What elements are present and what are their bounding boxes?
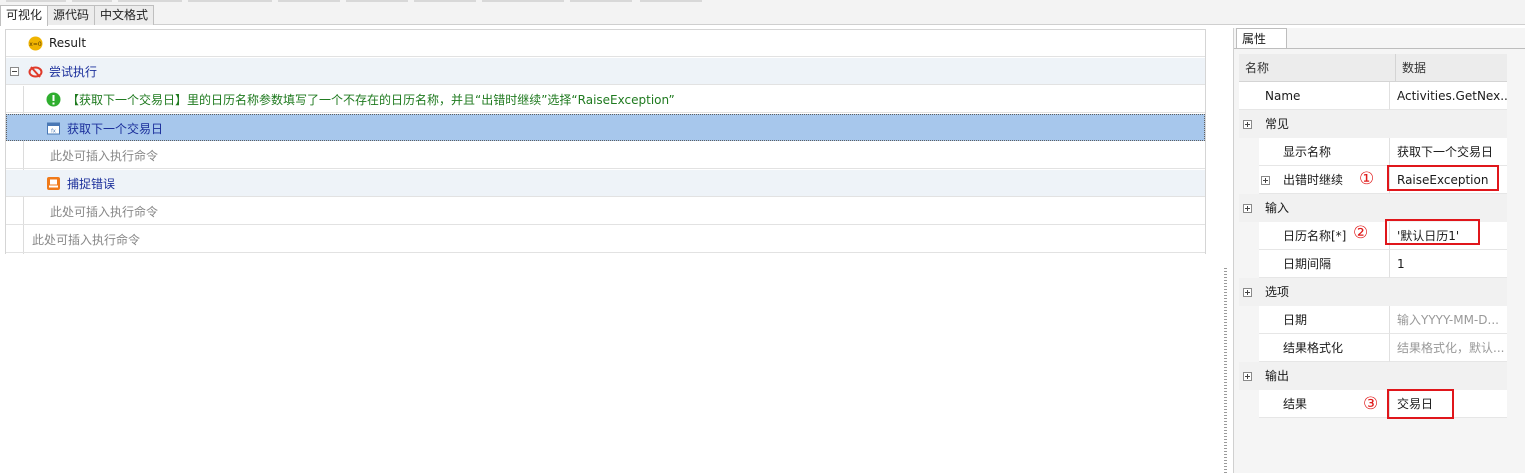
svg-text:fx: fx (51, 128, 56, 134)
toolbar-segment (72, 0, 112, 2)
property-row-result-format[interactable]: 结果格式化 结果格式化，默认... (1239, 334, 1507, 362)
collapse-toggle[interactable] (1243, 372, 1252, 381)
property-value[interactable]: 输入YYYY-MM-D... (1389, 306, 1507, 334)
collapse-toggle[interactable] (10, 67, 19, 76)
insert-placeholder-row[interactable]: 此处可插入执行命令 (6, 142, 1205, 169)
property-row-date[interactable]: 日期 输入YYYY-MM-D... (1239, 306, 1507, 334)
top-toolbar-strip (0, 0, 1525, 25)
annotation-marker-2: ② (1353, 223, 1369, 243)
try-block-row[interactable]: 尝试执行 (6, 58, 1205, 85)
warning-message: 【获取下一个交易日】里的日历名称参数填写了一个不存在的日历名称，并且“出错时继续… (67, 92, 675, 107)
toolbar-segment (640, 0, 702, 2)
catch-label: 捕捉错误 (67, 176, 116, 191)
property-key: 日期间隔 (1259, 250, 1389, 278)
variable-icon: x=0 (28, 36, 43, 50)
annotation-box-2 (1385, 219, 1480, 245)
tab-visual[interactable]: 可视化 (0, 5, 49, 26)
property-panel: 属性 名称 数据 Name Activities.GetNex... 常见 显示… (1233, 28, 1525, 473)
calendar-icon: fx (47, 122, 60, 134)
insert-placeholder: 此处可插入执行命令 (50, 204, 159, 219)
category-general[interactable]: 常见 (1239, 110, 1507, 138)
toolbar-segment (570, 0, 632, 2)
warning-row: 【获取下一个交易日】里的日历名称参数填写了一个不存在的日历名称，并且“出错时继续… (6, 86, 1205, 113)
property-value[interactable]: 结果格式化，默认... (1389, 334, 1507, 362)
property-key: 结果格式化 (1259, 334, 1389, 362)
property-key: 日期 (1259, 306, 1389, 334)
insert-placeholder-row[interactable]: 此处可插入执行命令 (6, 226, 1205, 253)
insert-placeholder: 此处可插入执行命令 (32, 232, 141, 247)
property-row-display-name[interactable]: 显示名称 获取下一个交易日 (1239, 138, 1507, 166)
property-row-name[interactable]: Name Activities.GetNex... (1239, 82, 1507, 110)
tab-source[interactable]: 源代码 (47, 5, 96, 25)
property-value[interactable]: Activities.GetNex... (1389, 82, 1507, 110)
category-output[interactable]: 输出 (1239, 362, 1507, 390)
toolbar-segment (118, 0, 182, 2)
property-key: 日历名称[*] (1259, 222, 1389, 250)
annotation-marker-1: ① (1359, 169, 1375, 189)
expand-toggle[interactable] (1261, 176, 1270, 185)
insert-placeholder-row[interactable]: 此处可插入执行命令 (6, 198, 1205, 225)
annotation-marker-3: ③ (1363, 394, 1379, 414)
property-key: 显示名称 (1259, 138, 1389, 166)
collapse-toggle[interactable] (1243, 120, 1252, 129)
annotation-box-1 (1387, 165, 1499, 191)
toolbar-segment (6, 0, 66, 2)
property-value[interactable]: 获取下一个交易日 (1389, 138, 1507, 166)
tab-properties[interactable]: 属性 (1236, 28, 1287, 49)
toolbar-segment (346, 0, 408, 2)
try-block-label: 尝试执行 (49, 64, 98, 79)
toolbar-segment (188, 0, 272, 2)
tab-chinese-format[interactable]: 中文格式 (94, 5, 155, 25)
column-data-header: 数据 (1395, 54, 1507, 82)
grid-header: 名称 数据 (1239, 54, 1507, 82)
category-label: 输入 (1265, 201, 1290, 215)
selected-activity-label: 获取下一个交易日 (67, 121, 164, 136)
selected-activity-row[interactable]: fx 获取下一个交易日 (6, 114, 1205, 141)
property-row-date-interval[interactable]: 日期间隔 1 (1239, 250, 1507, 278)
category-input[interactable]: 输入 (1239, 194, 1507, 222)
collapse-toggle[interactable] (1243, 204, 1252, 213)
property-key: Name (1239, 82, 1389, 110)
toolbar-segment (414, 0, 476, 2)
toolbar-segment (482, 0, 564, 2)
collapse-toggle[interactable] (1243, 288, 1252, 297)
category-label: 常见 (1265, 117, 1290, 131)
try-catch-icon (28, 65, 43, 78)
catch-row[interactable]: 捕捉错误 (6, 170, 1205, 197)
warning-icon (46, 92, 61, 106)
column-name-header: 名称 (1245, 61, 1270, 75)
toolbar-segment (278, 0, 340, 2)
panel-divider (1234, 48, 1525, 49)
panel-splitter[interactable] (1224, 268, 1227, 473)
catch-error-icon (47, 176, 60, 190)
annotation-box-3 (1387, 389, 1454, 419)
insert-placeholder: 此处可插入执行命令 (50, 148, 159, 163)
workflow-editor: x=0 Result 尝试执行 【获取下一个交易日】里的日历名称参数填写了一个不… (5, 29, 1206, 254)
result-row[interactable]: x=0 Result (6, 30, 1205, 57)
category-options[interactable]: 选项 (1239, 278, 1507, 306)
category-label: 输出 (1265, 369, 1290, 383)
svg-text:x=0: x=0 (29, 41, 42, 48)
result-label: Result (49, 36, 87, 50)
category-label: 选项 (1265, 285, 1290, 299)
view-tabs: 可视化 源代码 中文格式 (0, 5, 155, 26)
property-value[interactable]: 1 (1389, 250, 1507, 278)
